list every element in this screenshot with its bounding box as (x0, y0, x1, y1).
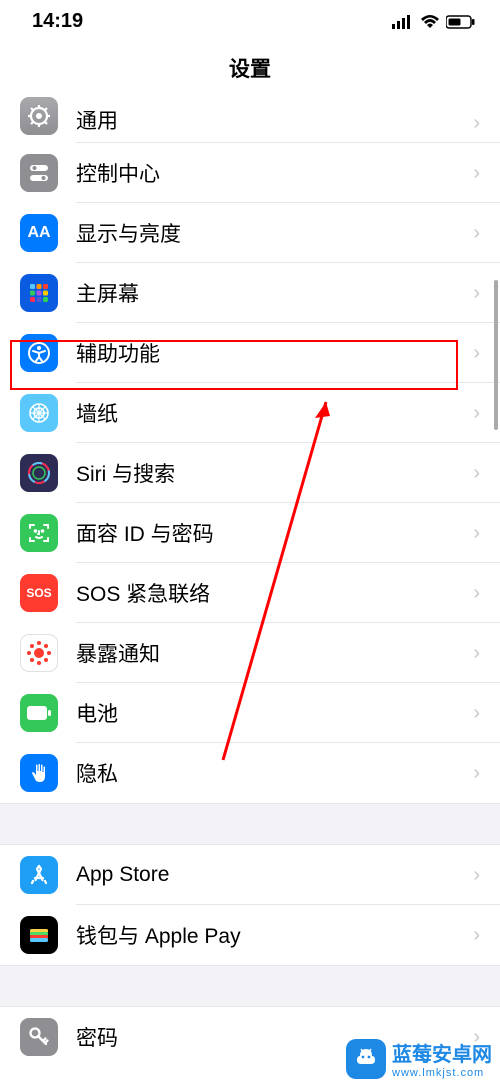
siri-icon (20, 454, 58, 492)
row-label: 通用 (76, 105, 473, 135)
row-faceid-passcode[interactable]: 面容 ID 与密码 › (0, 503, 500, 563)
row-label: 面容 ID 与密码 (76, 518, 473, 548)
row-label: 暴露通知 (76, 638, 473, 668)
toggles-icon (20, 154, 58, 192)
row-wallet-applepay[interactable]: 钱包与 Apple Pay › (0, 905, 500, 965)
exposure-icon (20, 634, 58, 672)
wallet-icon (20, 916, 58, 954)
key-icon (20, 1018, 58, 1056)
appstore-icon (20, 856, 58, 894)
row-accessibility[interactable]: 辅助功能 › (0, 323, 500, 383)
row-label: App Store (76, 863, 473, 887)
row-privacy[interactable]: 隐私 › (0, 743, 500, 803)
chevron-right-icon: › (473, 864, 480, 887)
chevron-right-icon: › (473, 462, 480, 485)
row-label: 控制中心 (76, 158, 473, 188)
chevron-right-icon: › (473, 342, 480, 365)
chevron-right-icon: › (473, 112, 480, 135)
row-label: 主屏幕 (76, 278, 473, 308)
chevron-right-icon: › (473, 402, 480, 425)
watermark-brand: 蓝莓安卓网 (392, 1044, 492, 1066)
watermark-url: www.lmkjst.com (392, 1067, 492, 1079)
row-emergency-sos[interactable]: SOS SOS 紧急联络 › (0, 563, 500, 623)
chevron-right-icon: › (473, 642, 480, 665)
chevron-right-icon: › (473, 162, 480, 185)
status-indicators (392, 15, 476, 29)
accessibility-icon (20, 334, 58, 372)
row-label: 隐私 (76, 758, 473, 788)
watermark-logo-icon (346, 1039, 386, 1079)
row-siri-search[interactable]: Siri 与搜索 › (0, 443, 500, 503)
chevron-right-icon: › (473, 702, 480, 725)
chevron-right-icon: › (473, 924, 480, 947)
gear-icon (20, 97, 58, 135)
section-gap (0, 803, 500, 845)
sos-icon: SOS (20, 574, 58, 612)
settings-list: 通用 › 控制中心 › AA 显示与亮度 › 主屏幕 › 辅助功能 › 墙纸 › (0, 99, 500, 1067)
row-label: 辅助功能 (76, 338, 473, 368)
row-label: 墙纸 (76, 398, 473, 428)
wifi-icon (420, 15, 440, 29)
row-home-screen[interactable]: 主屏幕 › (0, 263, 500, 323)
chevron-right-icon: › (473, 522, 480, 545)
scroll-indicator (494, 280, 498, 430)
row-exposure-notification[interactable]: 暴露通知 › (0, 623, 500, 683)
row-wallpaper[interactable]: 墙纸 › (0, 383, 500, 443)
status-time: 14:19 (32, 10, 83, 33)
chevron-right-icon: › (473, 222, 480, 245)
row-control-center[interactable]: 控制中心 › (0, 143, 500, 203)
home-grid-icon (20, 274, 58, 312)
row-app-store[interactable]: App Store › (0, 845, 500, 905)
row-label: 电池 (76, 698, 473, 728)
row-label: 显示与亮度 (76, 218, 473, 248)
chevron-right-icon: › (473, 282, 480, 305)
row-display-brightness[interactable]: AA 显示与亮度 › (0, 203, 500, 263)
battery-icon (446, 15, 476, 29)
status-bar: 14:19 (0, 0, 500, 39)
chevron-right-icon: › (473, 762, 480, 785)
wallpaper-icon (20, 394, 58, 432)
section-gap (0, 965, 500, 1007)
row-label: 钱包与 Apple Pay (76, 920, 473, 950)
row-battery[interactable]: 电池 › (0, 683, 500, 743)
row-label: SOS 紧急联络 (76, 578, 473, 608)
cellular-icon (392, 15, 414, 29)
watermark-text: 蓝莓安卓网 www.lmkjst.com (392, 1038, 492, 1079)
faceid-icon (20, 514, 58, 552)
text-size-icon: AA (20, 214, 58, 252)
row-general[interactable]: 通用 › (0, 99, 500, 143)
hand-icon (20, 754, 58, 792)
page-title: 设置 (0, 39, 500, 99)
watermark: 蓝莓安卓网 www.lmkjst.com (338, 1034, 500, 1083)
row-label: Siri 与搜索 (76, 458, 473, 488)
chevron-right-icon: › (473, 582, 480, 605)
battery-icon (20, 694, 58, 732)
